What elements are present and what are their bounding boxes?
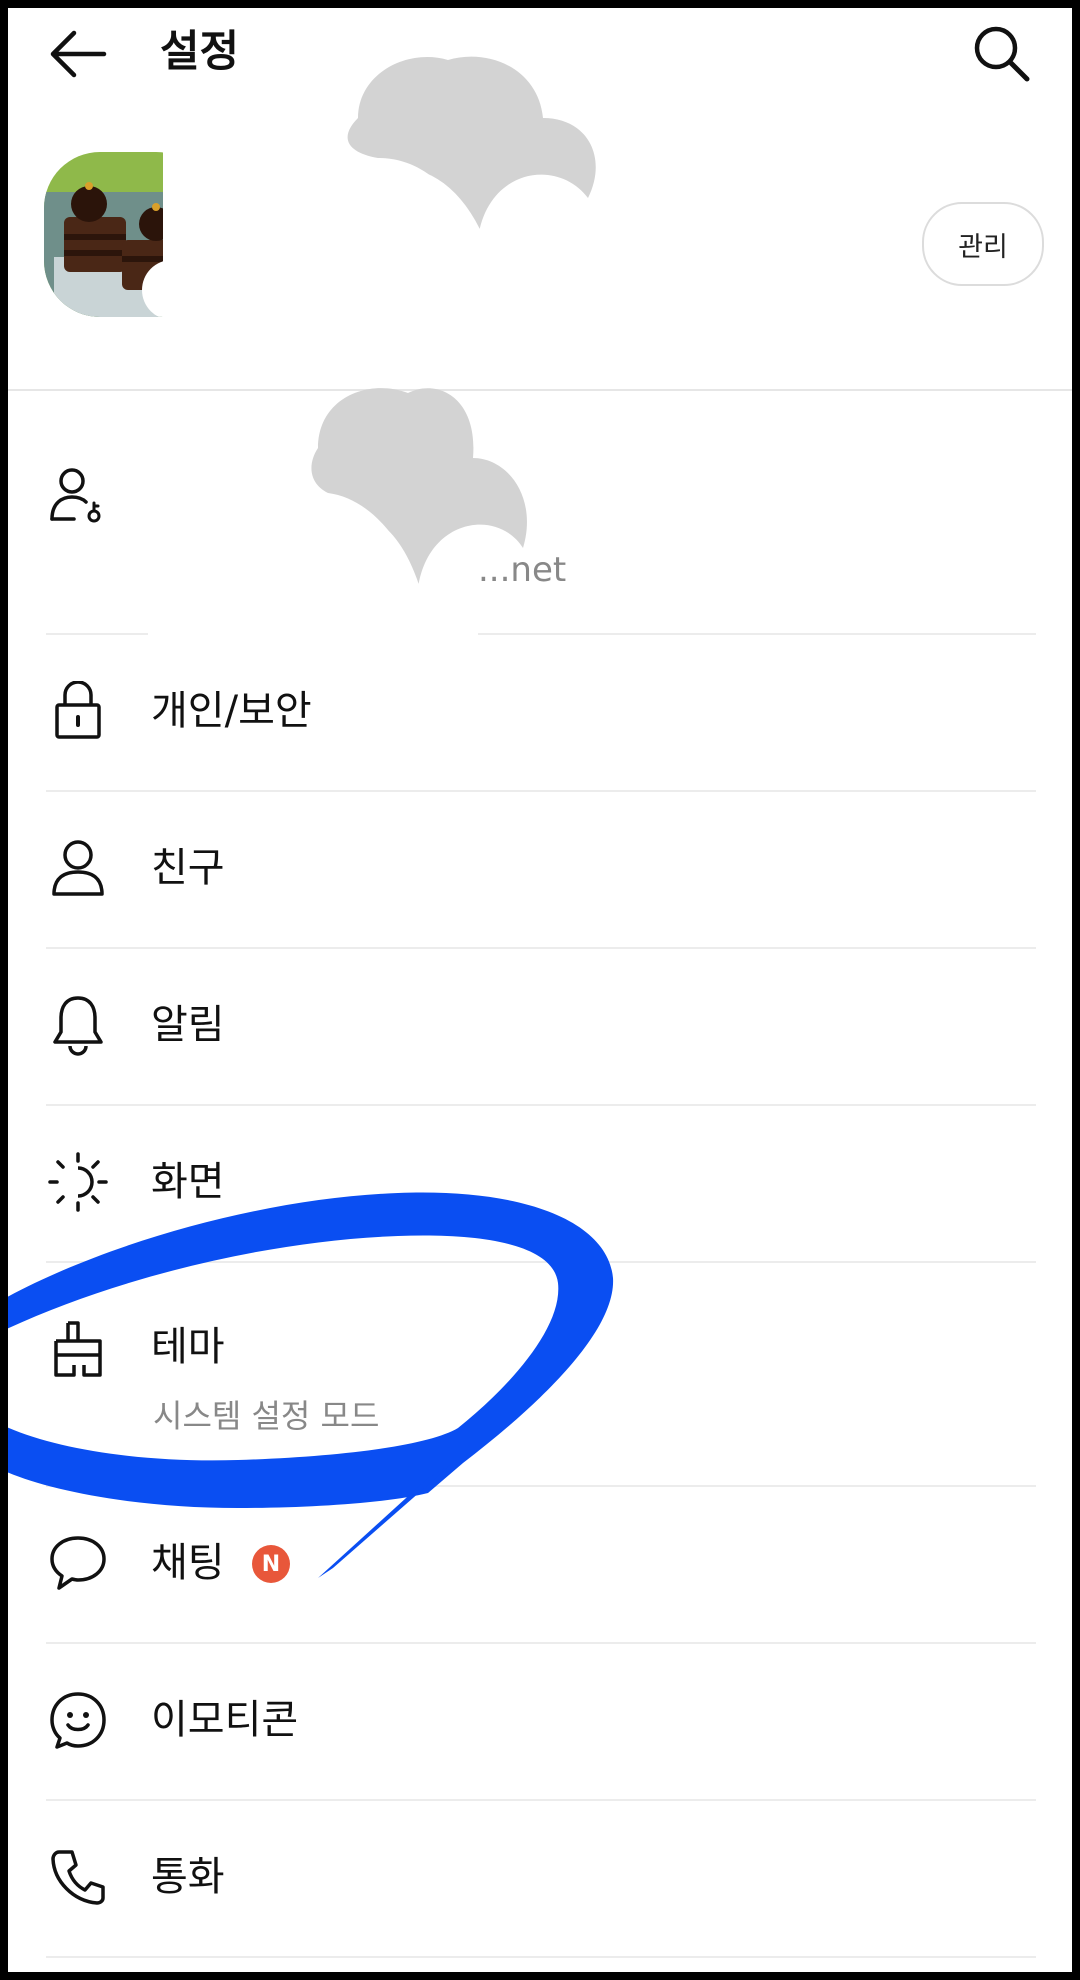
menu-item-notifications[interactable]: 알림	[8, 949, 1072, 1104]
menu-item-display[interactable]: 화면	[8, 1106, 1072, 1261]
menu-label: 친구	[151, 845, 225, 891]
search-icon	[974, 26, 1030, 82]
phone-icon	[48, 1847, 108, 1907]
menu-item-emoticon[interactable]: 이모티콘	[8, 1644, 1072, 1799]
brightness-icon	[48, 1152, 108, 1212]
new-badge: N	[252, 1545, 290, 1583]
settings-screen: 설정 관리 ...net 개인/보안 친구 알림 화면 테마 시스템 설정 모드…	[8, 8, 1072, 1972]
menu-label: 채팅	[151, 1540, 225, 1586]
menu-item-chat[interactable]: 채팅 N	[8, 1487, 1072, 1642]
menu-label: 알림	[151, 1002, 225, 1048]
person-icon	[48, 838, 108, 898]
redaction-cloud	[338, 56, 596, 258]
menu-label: 이모티콘	[151, 1697, 299, 1743]
back-button[interactable]	[46, 22, 110, 86]
menu-label: 화면	[151, 1159, 225, 1205]
paint-brush-icon	[48, 1319, 108, 1379]
chat-bubble-icon	[48, 1533, 108, 1593]
menu-sublabel: 시스템 설정 모드	[153, 1397, 380, 1435]
arrow-left-icon	[50, 30, 107, 78]
divider	[46, 1956, 1036, 1958]
bell-icon	[48, 995, 108, 1056]
smiley-icon	[48, 1690, 108, 1750]
menu-item-call[interactable]: 통화	[8, 1801, 1072, 1956]
menu-label: 테마	[151, 1324, 225, 1370]
menu-label: 통화	[151, 1854, 225, 1900]
account-key-icon	[48, 465, 108, 525]
manage-profile-button[interactable]: 관리	[922, 202, 1044, 286]
page-title: 설정	[160, 27, 240, 77]
menu-item-privacy[interactable]: 개인/보안	[8, 635, 1072, 790]
menu-item-theme[interactable]: 테마 시스템 설정 모드	[8, 1263, 1072, 1485]
search-button[interactable]	[966, 18, 1036, 88]
menu-item-friends[interactable]: 친구	[8, 792, 1072, 947]
redaction-cloud	[308, 388, 527, 598]
menu-label: 개인/보안	[151, 688, 312, 734]
lock-icon	[48, 681, 108, 741]
